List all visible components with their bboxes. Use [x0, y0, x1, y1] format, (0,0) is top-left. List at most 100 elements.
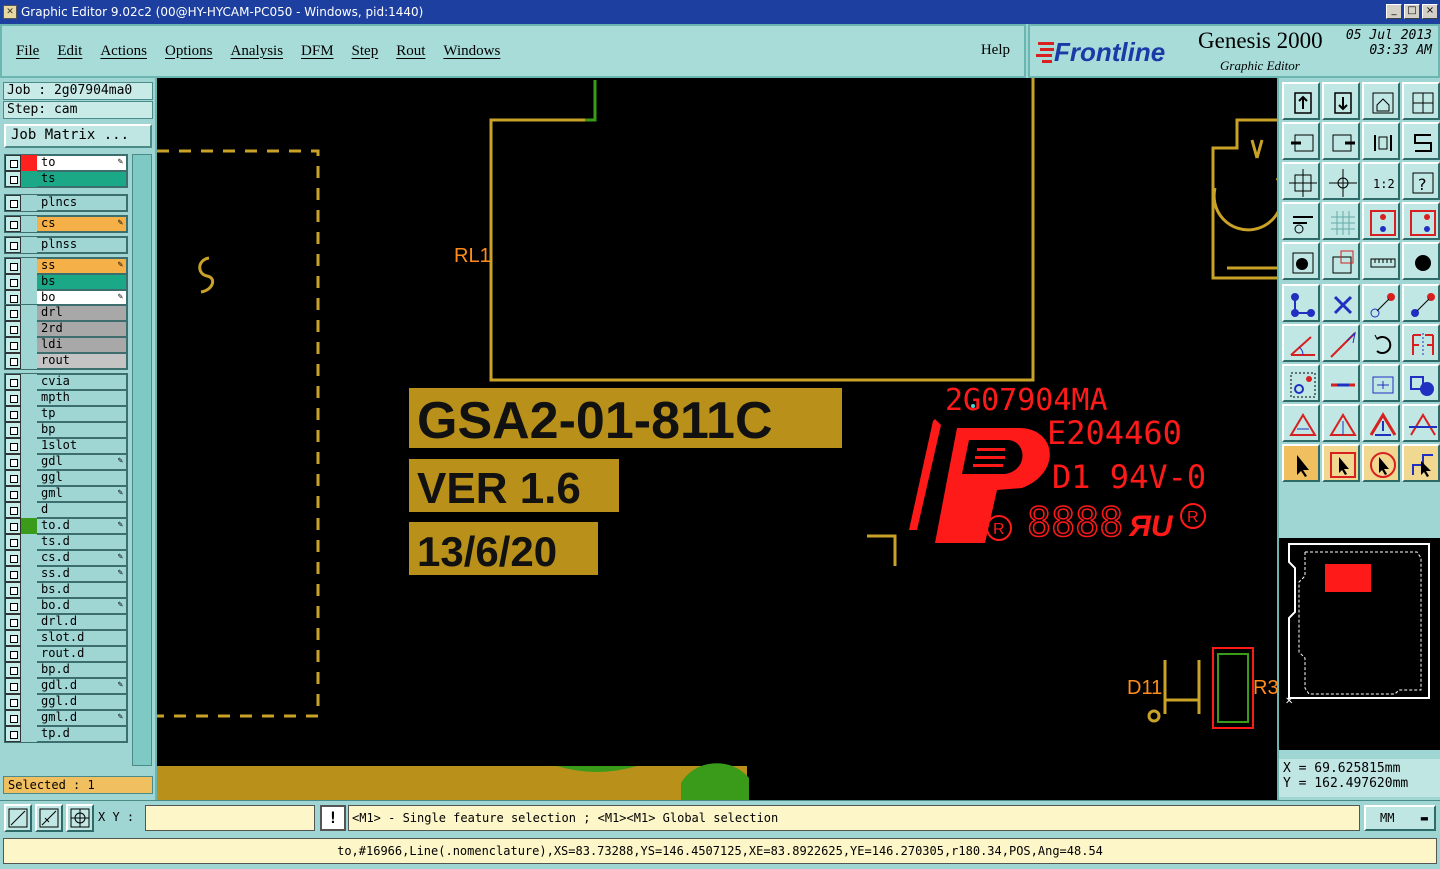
select-pad-button[interactable]	[1282, 242, 1320, 280]
help-button[interactable]: ?	[1402, 162, 1440, 200]
layer-row[interactable]: gml.d ✎	[5, 710, 127, 726]
point-line-button[interactable]	[1362, 284, 1400, 322]
layer-name[interactable]: d	[37, 503, 126, 517]
scale-1-2-button[interactable]: 1:2	[1362, 162, 1400, 200]
layer-color-swatch[interactable]	[21, 630, 37, 646]
triangle-up-button[interactable]	[1322, 404, 1360, 442]
layer-row[interactable]: slot.d	[5, 630, 127, 646]
layer-color-swatch[interactable]	[21, 454, 37, 470]
layer-row[interactable]: ss ✎	[5, 258, 127, 274]
move-down-button[interactable]	[1322, 82, 1360, 120]
layer-color-swatch[interactable]	[21, 502, 37, 518]
flip-button[interactable]	[1362, 122, 1400, 160]
layer-row[interactable]: 1slot	[5, 438, 127, 454]
layer-checkbox[interactable]	[5, 662, 21, 678]
cross-button[interactable]	[1322, 284, 1360, 322]
pan-right-button[interactable]	[1322, 122, 1360, 160]
layer-checkbox[interactable]	[5, 502, 21, 518]
zoom-line-button[interactable]	[35, 804, 63, 832]
grid-snap-button[interactable]	[66, 804, 94, 832]
board-drawing[interactable]: RL1 GSA2-01-811C VER 1.6 13/6/20 2G07904…	[157, 78, 1277, 800]
layer-compare-2-button[interactable]	[1402, 202, 1440, 240]
warning-button[interactable]: !	[320, 805, 346, 831]
layer-name[interactable]: ts.d	[37, 535, 126, 549]
layer-row[interactable]: bp.d	[5, 662, 127, 678]
menu-rout[interactable]: Rout	[396, 43, 425, 60]
layer-name[interactable]: ss ✎	[37, 259, 126, 273]
layer-row[interactable]: mpth	[5, 390, 127, 406]
overview-map[interactable]: ✕	[1279, 538, 1440, 750]
layer-name[interactable]: cvia	[37, 375, 126, 389]
layer-checkbox[interactable]	[5, 305, 21, 321]
ruler-button[interactable]	[1362, 242, 1400, 280]
layer-checkbox[interactable]	[5, 171, 21, 187]
menu-edit[interactable]: Edit	[57, 43, 82, 60]
layer-color-swatch[interactable]	[21, 470, 37, 486]
layer-row[interactable]: ts	[5, 171, 127, 187]
layer-checkbox[interactable]	[5, 598, 21, 614]
layer-checkbox[interactable]	[5, 486, 21, 502]
close-button[interactable]: ×	[1422, 4, 1438, 19]
layer-checkbox[interactable]	[5, 390, 21, 406]
connect-button[interactable]	[1282, 284, 1320, 322]
layer-checkbox[interactable]	[5, 678, 21, 694]
layer-name[interactable]: plncs	[37, 196, 126, 210]
layer-checkbox[interactable]	[5, 374, 21, 390]
layer-name[interactable]: ts	[37, 172, 126, 186]
arrow-line-button[interactable]	[1322, 324, 1360, 362]
layer-color-swatch[interactable]	[21, 353, 37, 369]
layer-name[interactable]: 1slot	[37, 439, 126, 453]
angle-button[interactable]	[1282, 324, 1320, 362]
layer-color-swatch[interactable]	[21, 155, 37, 171]
edit-shape-button[interactable]	[1322, 242, 1360, 280]
layer-row[interactable]: bp	[5, 422, 127, 438]
layer-row[interactable]: ss.d ✎	[5, 566, 127, 582]
layer-color-swatch[interactable]	[21, 534, 37, 550]
layer-name[interactable]: tp.d	[37, 727, 126, 741]
layer-name[interactable]: bs	[37, 275, 126, 289]
layer-row[interactable]: 2rd	[5, 321, 127, 337]
layer-name[interactable]: tp	[37, 407, 126, 421]
layer-name[interactable]: drl	[37, 306, 126, 320]
pointer-box-button[interactable]	[1322, 444, 1360, 482]
layer-checkbox[interactable]	[5, 454, 21, 470]
layer-color-swatch[interactable]	[21, 694, 37, 710]
layer-checkbox[interactable]	[5, 582, 21, 598]
graphic-canvas[interactable]: RL1 GSA2-01-811C VER 1.6 13/6/20 2G07904…	[157, 78, 1277, 800]
layer-row[interactable]: rout.d	[5, 646, 127, 662]
layer-checkbox[interactable]	[5, 470, 21, 486]
window-button[interactable]	[1402, 82, 1440, 120]
layer-scrollbar[interactable]	[132, 154, 152, 766]
layer-row[interactable]: cvia	[5, 374, 127, 390]
layer-color-swatch[interactable]	[21, 662, 37, 678]
rotate-button[interactable]	[1362, 324, 1400, 362]
layer-name[interactable]: cs.d ✎	[37, 551, 126, 565]
stop-button[interactable]	[1402, 242, 1440, 280]
menu-options[interactable]: Options	[165, 43, 213, 60]
layer-name[interactable]: rout	[37, 354, 126, 368]
layer-row[interactable]: gdl ✎	[5, 454, 127, 470]
zoom-fit-button[interactable]	[1282, 162, 1320, 200]
layer-checkbox[interactable]	[5, 321, 21, 337]
layer-name[interactable]: to ✎	[37, 156, 126, 170]
layer-row[interactable]: plnss	[5, 237, 127, 253]
layer-name[interactable]: bo.d ✎	[37, 599, 126, 613]
layer-color-swatch[interactable]	[21, 374, 37, 390]
menu-analysis[interactable]: Analysis	[231, 43, 284, 60]
layer-color-swatch[interactable]	[21, 486, 37, 502]
menu-actions[interactable]: Actions	[100, 43, 147, 60]
layer-row[interactable]: cs.d ✎	[5, 550, 127, 566]
maximize-button[interactable]: □	[1404, 4, 1420, 19]
layer-checkbox[interactable]	[5, 155, 21, 171]
triangle-button[interactable]	[1282, 404, 1320, 442]
layer-color-swatch[interactable]	[21, 195, 37, 211]
zoom-center-button[interactable]	[1322, 162, 1360, 200]
layer-row[interactable]: gml ✎	[5, 486, 127, 502]
grid-button[interactable]	[1322, 202, 1360, 240]
layer-color-swatch[interactable]	[21, 274, 37, 290]
layer-color-swatch[interactable]	[21, 710, 37, 726]
center-button[interactable]	[1362, 364, 1400, 402]
pointer-route-button[interactable]	[1402, 444, 1440, 482]
pointer-circle-button[interactable]	[1362, 444, 1400, 482]
group-button[interactable]	[1402, 364, 1440, 402]
